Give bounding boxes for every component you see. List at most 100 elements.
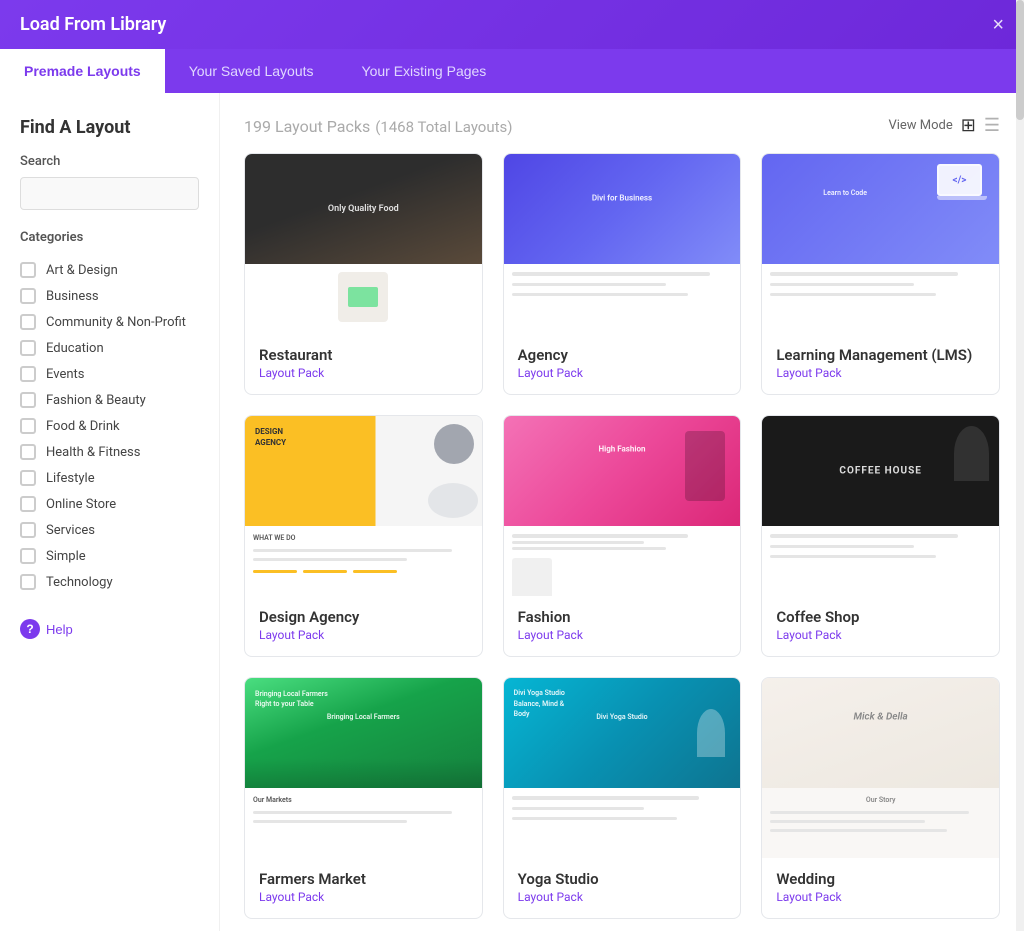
card-image-yoga-studio: Divi Yoga StudioBalance, Mind &Body [504, 678, 741, 858]
modal-header: Load From Library × [0, 0, 1024, 49]
scrollbar-track[interactable] [1016, 93, 1024, 931]
category-item-services[interactable]: Services [20, 517, 199, 543]
help-button[interactable]: ? Help [20, 619, 73, 639]
card-info-coffee-shop: Coffee Shop Layout Pack [762, 596, 999, 656]
cards-grid: Restaurant Layout Pack Agency Layout Pac… [244, 153, 1000, 919]
card-image-wedding: Our Story [762, 678, 999, 858]
category-label-lifestyle: Lifestyle [46, 471, 95, 486]
category-item-art-design[interactable]: Art & Design [20, 257, 199, 283]
card-name-design-agency: Design Agency [259, 608, 468, 626]
grid-container: Restaurant Layout Pack Agency Layout Pac… [220, 153, 1024, 931]
category-label-food-drink: Food & Drink [46, 419, 120, 434]
card-info-wedding: Wedding Layout Pack [762, 858, 999, 918]
category-label-fashion-beauty: Fashion & Beauty [46, 393, 146, 408]
category-checkbox-art-design[interactable] [20, 262, 36, 278]
card-type-agency: Layout Pack [518, 366, 727, 380]
tab-existing-pages[interactable]: Your Existing Pages [338, 49, 511, 93]
category-label-online-store: Online Store [46, 497, 116, 512]
category-label-technology: Technology [46, 575, 113, 590]
category-item-technology[interactable]: Technology [20, 569, 199, 595]
card-name-yoga-studio: Yoga Studio [518, 870, 727, 888]
layout-card-coffee-shop[interactable]: Coffee Shop Layout Pack [761, 415, 1000, 657]
view-mode-label: View Mode [888, 118, 952, 133]
category-item-online-store[interactable]: Online Store [20, 491, 199, 517]
category-item-community[interactable]: Community & Non-Profit [20, 309, 199, 335]
category-label-simple: Simple [46, 549, 86, 564]
layout-card-fashion[interactable]: Fashion Layout Pack [503, 415, 742, 657]
categories-list: Art & Design Business Community & Non-Pr… [20, 257, 199, 595]
help-label: Help [46, 622, 73, 637]
card-info-farmers-market: Farmers Market Layout Pack [245, 858, 482, 918]
card-image-restaurant [245, 154, 482, 334]
card-type-restaurant: Layout Pack [259, 366, 468, 380]
search-label: Search [20, 154, 199, 169]
category-checkbox-community[interactable] [20, 314, 36, 330]
modal: Load From Library × Premade Layouts Your… [0, 0, 1024, 931]
category-checkbox-education[interactable] [20, 340, 36, 356]
category-checkbox-lifestyle[interactable] [20, 470, 36, 486]
category-checkbox-business[interactable] [20, 288, 36, 304]
card-image-lms: </> [762, 154, 999, 334]
category-item-simple[interactable]: Simple [20, 543, 199, 569]
category-label-education: Education [46, 341, 104, 356]
category-item-business[interactable]: Business [20, 283, 199, 309]
card-type-wedding: Layout Pack [776, 890, 985, 904]
content-area: Find A Layout Search Categories Art & De… [0, 93, 1024, 931]
layout-card-wedding[interactable]: Our Story Wedding Layout Pack [761, 677, 1000, 919]
card-image-design-agency: DESIGNAGENCY WHAT WE DO [245, 416, 482, 596]
category-label-services: Services [46, 523, 95, 538]
card-type-design-agency: Layout Pack [259, 628, 468, 642]
category-checkbox-events[interactable] [20, 366, 36, 382]
layout-count-area: 199 Layout Packs (1468 Total Layouts) [244, 113, 513, 137]
layout-card-design-agency[interactable]: DESIGNAGENCY WHAT WE DO Design Agenc [244, 415, 483, 657]
card-image-agency [504, 154, 741, 334]
category-checkbox-technology[interactable] [20, 574, 36, 590]
scrollbar-thumb[interactable] [1016, 93, 1024, 120]
card-type-fashion: Layout Pack [518, 628, 727, 642]
card-info-lms: Learning Management (LMS) Layout Pack [762, 334, 999, 394]
category-item-education[interactable]: Education [20, 335, 199, 361]
search-input[interactable] [20, 177, 199, 210]
card-info-agency: Agency Layout Pack [504, 334, 741, 394]
layout-card-yoga-studio[interactable]: Divi Yoga StudioBalance, Mind &Body Yoga… [503, 677, 742, 919]
category-item-food-drink[interactable]: Food & Drink [20, 413, 199, 439]
category-label-community: Community & Non-Profit [46, 315, 186, 330]
tab-premade[interactable]: Premade Layouts [0, 49, 165, 93]
tabs-bar: Premade Layouts Your Saved Layouts Your … [0, 49, 1024, 93]
layout-card-restaurant[interactable]: Restaurant Layout Pack [244, 153, 483, 395]
card-name-coffee-shop: Coffee Shop [776, 608, 985, 626]
grid-view-icon[interactable]: ⊞ [961, 115, 976, 136]
card-image-farmers-market: Bringing Local FarmersRight to your Tabl… [245, 678, 482, 858]
tab-saved-layouts[interactable]: Your Saved Layouts [165, 49, 338, 93]
category-item-fashion-beauty[interactable]: Fashion & Beauty [20, 387, 199, 413]
category-checkbox-services[interactable] [20, 522, 36, 538]
category-item-health-fitness[interactable]: Health & Fitness [20, 439, 199, 465]
card-name-restaurant: Restaurant [259, 346, 468, 364]
card-info-design-agency: Design Agency Layout Pack [245, 596, 482, 656]
card-type-coffee-shop: Layout Pack [776, 628, 985, 642]
card-name-lms: Learning Management (LMS) [776, 346, 985, 364]
layout-card-agency[interactable]: Agency Layout Pack [503, 153, 742, 395]
category-label-art-design: Art & Design [46, 263, 118, 278]
category-checkbox-fashion-beauty[interactable] [20, 392, 36, 408]
modal-title: Load From Library [20, 14, 166, 35]
category-item-events[interactable]: Events [20, 361, 199, 387]
help-icon: ? [20, 619, 40, 639]
layout-card-farmers-market[interactable]: Bringing Local FarmersRight to your Tabl… [244, 677, 483, 919]
categories-title: Categories [20, 230, 199, 245]
sidebar-title: Find A Layout [20, 117, 199, 138]
category-item-lifestyle[interactable]: Lifestyle [20, 465, 199, 491]
category-checkbox-simple[interactable] [20, 548, 36, 564]
card-type-yoga-studio: Layout Pack [518, 890, 727, 904]
card-name-agency: Agency [518, 346, 727, 364]
list-view-icon[interactable]: ☰ [984, 115, 1000, 136]
close-button[interactable]: × [992, 15, 1004, 35]
main-content: 199 Layout Packs (1468 Total Layouts) Vi… [220, 93, 1024, 931]
category-checkbox-food-drink[interactable] [20, 418, 36, 434]
category-label-business: Business [46, 289, 99, 304]
category-checkbox-online-store[interactable] [20, 496, 36, 512]
view-mode-area: View Mode ⊞ ☰ [888, 115, 1000, 136]
main-header: 199 Layout Packs (1468 Total Layouts) Vi… [220, 93, 1024, 153]
layout-card-lms[interactable]: </> Learning Management (LMS) Layout Pac… [761, 153, 1000, 395]
category-checkbox-health-fitness[interactable] [20, 444, 36, 460]
